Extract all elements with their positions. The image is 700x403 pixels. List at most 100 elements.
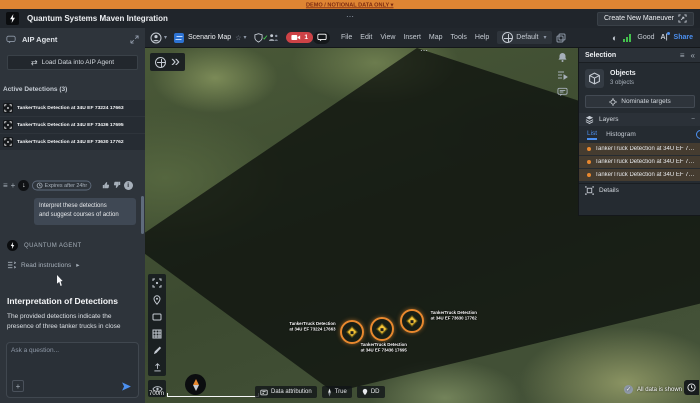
detection-row-1[interactable]: TankerTruck Detection at 34U EF 73224 17…: [0, 100, 145, 116]
instructions-icon: [7, 261, 16, 269]
default-view-dropdown[interactable]: Default ▾: [497, 31, 551, 44]
create-new-maneuver-button[interactable]: Create New Maneuver: [597, 12, 694, 26]
detection-marker-1[interactable]: [340, 320, 364, 344]
shield-icon[interactable]: [254, 33, 263, 43]
agent-avatar: [7, 240, 18, 251]
draw-tool[interactable]: [148, 342, 166, 359]
detection-icon: [3, 137, 13, 147]
menu-help[interactable]: Help: [471, 34, 493, 41]
user-icon[interactable]: [150, 32, 162, 44]
send-icon[interactable]: [121, 381, 132, 392]
rectangle-tool[interactable]: [148, 308, 166, 325]
basemap-control[interactable]: »: [150, 53, 185, 71]
connection-status: Good: [637, 34, 654, 41]
tab-list[interactable]: List: [587, 130, 597, 140]
history-clock-icon: [687, 383, 696, 392]
selection-row-1[interactable]: TankerTruck Detection at 34U EF 73224 17…: [579, 143, 700, 155]
tab-histogram[interactable]: Histogram: [606, 131, 636, 138]
attribution-icon: [260, 389, 268, 396]
people-icon[interactable]: [268, 33, 279, 42]
user-caret-icon[interactable]: ▾: [164, 34, 167, 41]
add-icon[interactable]: +: [11, 181, 16, 190]
selection-row-3[interactable]: TankerTruck Detection at 34U EF 73630 17…: [579, 169, 700, 181]
menu-icon[interactable]: ≡: [3, 181, 8, 190]
panel-menu-icon[interactable]: ≡: [680, 51, 685, 60]
question-input-box: +: [6, 342, 139, 398]
selection-panel: Selection ≡ « Objects 3 objects Nominate…: [578, 48, 700, 216]
attach-button[interactable]: +: [12, 380, 24, 392]
map-status-pills: Data attribution True DD: [255, 386, 385, 398]
layers-section[interactable]: Layers −: [579, 113, 700, 126]
scenario-map-label[interactable]: Scenario Map: [188, 34, 231, 41]
all-data-label: All data is shown: [637, 387, 682, 393]
detection-row-2[interactable]: TankerTruck Detection at 34U EF 73436 17…: [0, 117, 145, 133]
app-window: DEMO / NOTIONAL DATA ONLY ▾ Quantum Syst…: [0, 0, 700, 403]
data-attribution-button[interactable]: Data attribution: [255, 386, 317, 398]
favorite-star-icon[interactable]: ☆: [235, 34, 241, 42]
read-instructions-toggle[interactable]: Read instructions ▸: [7, 261, 80, 269]
sidebar-scrollbar[interactable]: [141, 196, 144, 234]
map-toolbar: ▾ Scenario Map ☆ ▾ ✓ 1 File Edit View In…: [145, 28, 700, 48]
pin-tool[interactable]: [148, 291, 166, 308]
aip-agent-header: AIP Agent: [0, 28, 145, 50]
coordinate-format-button[interactable]: DD: [357, 386, 385, 398]
create-new-maneuver-label: Create New Maneuver: [604, 15, 674, 22]
chat-icon: [6, 35, 16, 44]
assist-icon[interactable]: A|: [661, 34, 668, 41]
question-input[interactable]: [11, 347, 131, 354]
needle-icon: [327, 388, 332, 397]
map-side-tools: [553, 52, 571, 97]
contrast-icon[interactable]: ◐: [612, 33, 617, 43]
nominate-targets-button[interactable]: Nominate targets: [585, 95, 695, 108]
time-control[interactable]: [684, 380, 699, 395]
playlist-icon[interactable]: [557, 70, 568, 80]
default-caret-icon: ▾: [543, 34, 546, 41]
grid-tool[interactable]: [148, 325, 166, 342]
history-icon[interactable]: ↓: [18, 180, 29, 191]
globe-crosshair-icon: [155, 57, 166, 68]
collapse-section-icon[interactable]: −: [691, 116, 695, 123]
menu-insert[interactable]: Insert: [399, 34, 425, 41]
menu-edit[interactable]: Edit: [356, 34, 376, 41]
video-camera-icon: [291, 34, 301, 41]
bolt-icon: [9, 14, 16, 23]
demo-banner[interactable]: DEMO / NOTIONAL DATA ONLY ▾: [0, 0, 700, 9]
detection-dot-icon: [587, 173, 591, 177]
share-button[interactable]: Share: [674, 34, 693, 41]
menu-view[interactable]: View: [376, 34, 399, 41]
load-data-button[interactable]: ⇄ Load Data into AIP Agent: [7, 55, 138, 70]
map-caret-icon[interactable]: ▾: [244, 34, 247, 41]
signal-bars-icon: [623, 34, 631, 42]
thumbs-up-icon[interactable]: [102, 181, 110, 189]
bearing-indicator[interactable]: True: [322, 386, 352, 398]
menu-file[interactable]: File: [337, 34, 356, 41]
cube-icon: [588, 72, 601, 85]
header-overflow-icon[interactable]: ⋯: [346, 12, 355, 21]
video-alert-badge[interactable]: 1: [286, 32, 313, 43]
comment-pill[interactable]: [313, 32, 330, 44]
interpretation-title: Interpretation of Detections: [7, 296, 118, 306]
expand-icon[interactable]: [130, 35, 139, 44]
clock-icon: [37, 182, 43, 188]
export-tool[interactable]: [148, 359, 166, 376]
comment-icon[interactable]: [557, 87, 568, 97]
bell-icon[interactable]: [557, 52, 568, 63]
selection-row-2[interactable]: TankerTruck Detection at 34U EF 73436 17…: [579, 156, 700, 168]
filter-icon[interactable]: [696, 130, 700, 139]
menu-tools[interactable]: Tools: [447, 34, 471, 41]
map-overflow-icon[interactable]: ⋯: [420, 48, 429, 55]
menu-map[interactable]: Map: [425, 34, 447, 41]
user-message: Interpret these detections and suggest c…: [34, 198, 136, 225]
detection-row-3[interactable]: TankerTruck Detection at 34U EF 73630 17…: [0, 134, 145, 150]
thumbs-down-icon[interactable]: [113, 181, 121, 189]
focus-tool[interactable]: [148, 274, 166, 291]
detection-marker-3[interactable]: [400, 309, 424, 333]
info-icon[interactable]: i: [124, 181, 133, 190]
details-section[interactable]: Details: [579, 183, 700, 197]
collapse-panel-icon[interactable]: «: [691, 51, 695, 60]
duplicate-icon[interactable]: [556, 33, 566, 43]
tanker-truck-icon: [376, 323, 387, 334]
speech-bubble-icon: [317, 33, 327, 42]
detection-marker-2[interactable]: [370, 317, 394, 341]
expires-pill[interactable]: Expires after 24hr: [32, 180, 92, 190]
